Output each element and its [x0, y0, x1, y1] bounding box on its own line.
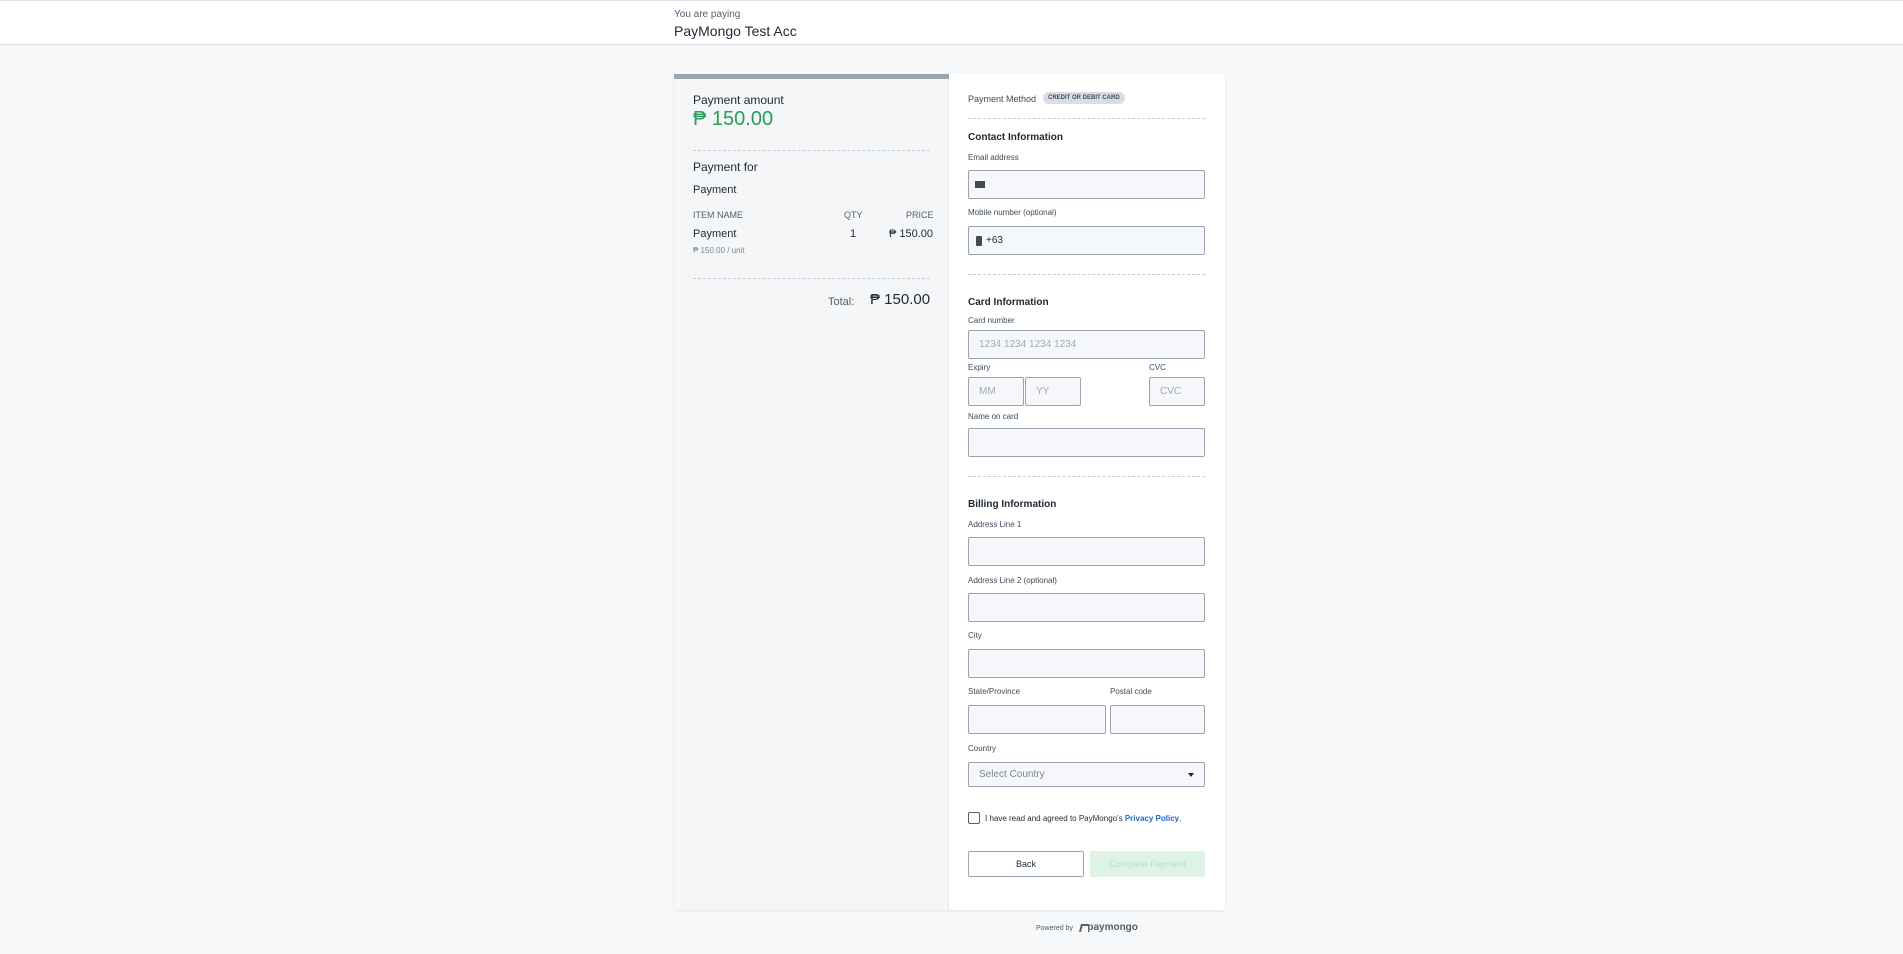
- payment-amount-label: Payment amount: [693, 93, 784, 107]
- total-amount: ₱ 150.00: [870, 291, 931, 308]
- cvc-input[interactable]: [1149, 377, 1205, 406]
- top-bar: You are paying PayMongo Test Acc: [0, 0, 1903, 45]
- column-header-item-name: ITEM NAME: [693, 210, 744, 220]
- postal-code-input[interactable]: [1110, 705, 1205, 734]
- progress-bar: [674, 74, 949, 79]
- city-input[interactable]: [968, 649, 1205, 678]
- mobile-field[interactable]: [968, 226, 1205, 255]
- postal-code-label: Postal code: [1110, 687, 1152, 696]
- expiry-month-input[interactable]: [968, 377, 1024, 406]
- payee-info: You are paying PayMongo Test Acc: [674, 9, 797, 39]
- address1-label: Address Line 1: [968, 520, 1022, 529]
- country-select-value: Select Country: [979, 769, 1045, 780]
- contact-info-title: Contact Information: [968, 132, 1063, 143]
- expiry-label: Expiry: [968, 363, 991, 372]
- card-number-input[interactable]: [968, 330, 1205, 359]
- privacy-consent-text: I have read and agreed to PayMongo's Pri…: [985, 814, 1182, 823]
- address2-input[interactable]: [968, 593, 1205, 622]
- item-unit-price: ₱ 150.00 / unit: [693, 246, 745, 255]
- powered-by-label: Powered by: [1036, 925, 1073, 932]
- name-on-card-label: Name on card: [968, 412, 1019, 421]
- city-label: City: [968, 631, 982, 640]
- divider: [968, 118, 1205, 119]
- state-input[interactable]: [968, 705, 1106, 734]
- divider: [693, 278, 930, 279]
- state-label: State/Province: [968, 687, 1021, 696]
- card-number-label: Card number: [968, 316, 1015, 325]
- payment-amount: ₱ 150.00: [693, 108, 774, 130]
- cvc-label: CVC: [1149, 363, 1166, 372]
- envelope-icon: [975, 181, 985, 188]
- item-name: Payment: [693, 228, 737, 240]
- payment-method-badge: CREDIT OR DEBIT CARD: [1043, 92, 1125, 104]
- card-info-title: Card Information: [968, 297, 1049, 308]
- name-on-card-input[interactable]: [968, 428, 1205, 457]
- country-select[interactable]: Select Country: [968, 762, 1205, 787]
- item-qty: 1: [850, 228, 857, 240]
- chevron-down-icon: [1188, 773, 1194, 777]
- address1-input[interactable]: [968, 537, 1205, 566]
- country-label: Country: [968, 744, 997, 753]
- divider: [968, 476, 1205, 477]
- payment-for-label: Payment for: [693, 160, 758, 174]
- checkout-card: Payment amount ₱ 150.00 Payment for Paym…: [674, 74, 1225, 910]
- payment-description: Payment: [693, 184, 737, 196]
- phone-icon: [976, 236, 982, 246]
- privacy-policy-link[interactable]: Privacy Policy: [1125, 814, 1179, 823]
- column-header-price: PRICE: [906, 210, 934, 220]
- address2-label: Address Line 2 (optional): [968, 576, 1057, 585]
- email-field[interactable]: [968, 170, 1205, 199]
- divider: [968, 274, 1205, 275]
- expiry-year-input[interactable]: [1025, 377, 1081, 406]
- billing-info-title: Billing Information: [968, 499, 1057, 510]
- email-label: Email address: [968, 153, 1019, 162]
- mobile-label: Mobile number (optional): [968, 208, 1057, 217]
- divider: [693, 150, 930, 151]
- back-button[interactable]: Back: [968, 851, 1084, 877]
- privacy-policy-checkbox[interactable]: [968, 812, 980, 824]
- payment-method-label: Payment Method: [968, 94, 1037, 104]
- column-header-qty: QTY: [844, 210, 863, 220]
- merchant-name: PayMongo Test Acc: [674, 23, 797, 39]
- payment-form: Payment Method CREDIT OR DEBIT CARD Cont…: [968, 74, 1206, 910]
- item-price: ₱ 150.00: [889, 228, 934, 240]
- payment-summary-panel: Payment amount ₱ 150.00 Payment for Paym…: [674, 74, 949, 910]
- complete-payment-button[interactable]: Complete Payment: [1090, 851, 1205, 877]
- total-label: Total:: [828, 296, 855, 308]
- you-are-paying-label: You are paying: [674, 9, 741, 20]
